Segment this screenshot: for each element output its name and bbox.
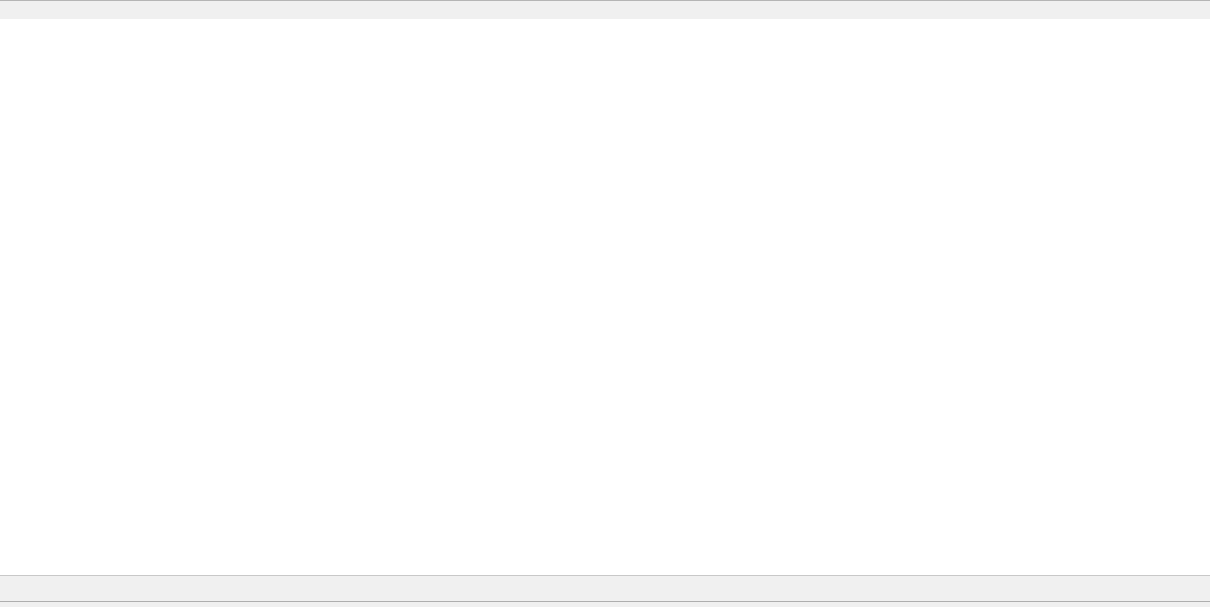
chart-canvas[interactable] <box>0 0 1210 607</box>
mt4-window <box>0 0 1210 607</box>
chart-tab-bar <box>0 575 1210 602</box>
window-bottom-strip <box>0 601 1210 607</box>
